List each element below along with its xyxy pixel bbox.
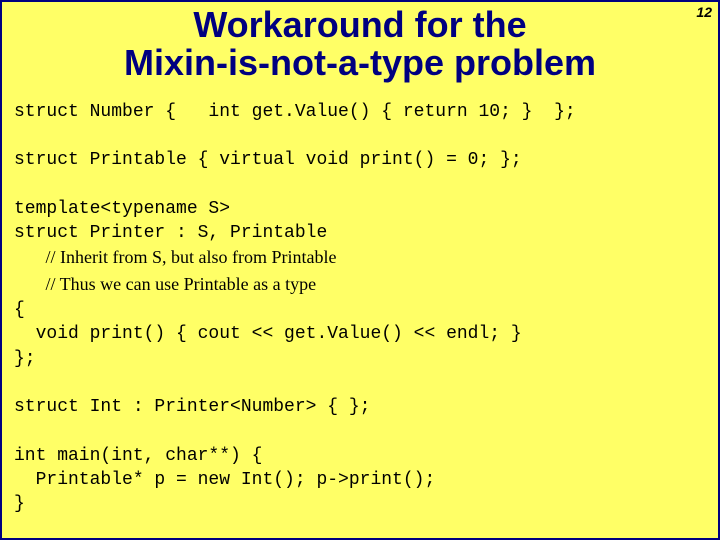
code-line: struct Number { int get.Value() { return…	[14, 102, 576, 122]
code-comment: // Thus we can use Printable as a type	[14, 274, 316, 294]
title-line-2: Mixin-is-not-a-type problem	[14, 44, 706, 82]
slide: 12 Workaround for the Mixin-is-not-a-typ…	[0, 0, 720, 540]
code-comment: // Inherit from S, but also from Printab…	[14, 247, 336, 267]
page-number: 12	[696, 4, 712, 20]
code-line: int main(int, char**) {	[14, 446, 262, 466]
code-block: struct Number { int get.Value() { return…	[14, 100, 706, 517]
code-line: void print() { cout << get.Value() << en…	[14, 324, 522, 344]
slide-title: Workaround for the Mixin-is-not-a-type p…	[14, 6, 706, 82]
code-line: template<typename S>	[14, 199, 230, 219]
code-line: Printable* p = new Int(); p->print();	[14, 470, 435, 490]
code-line: }	[14, 494, 25, 514]
code-line: {	[14, 300, 25, 320]
title-line-1: Workaround for the	[14, 6, 706, 44]
code-line: };	[14, 349, 36, 369]
code-line: struct Int : Printer<Number> { };	[14, 397, 370, 417]
code-line: struct Printer : S, Printable	[14, 223, 327, 243]
code-line: struct Printable { virtual void print() …	[14, 150, 522, 170]
